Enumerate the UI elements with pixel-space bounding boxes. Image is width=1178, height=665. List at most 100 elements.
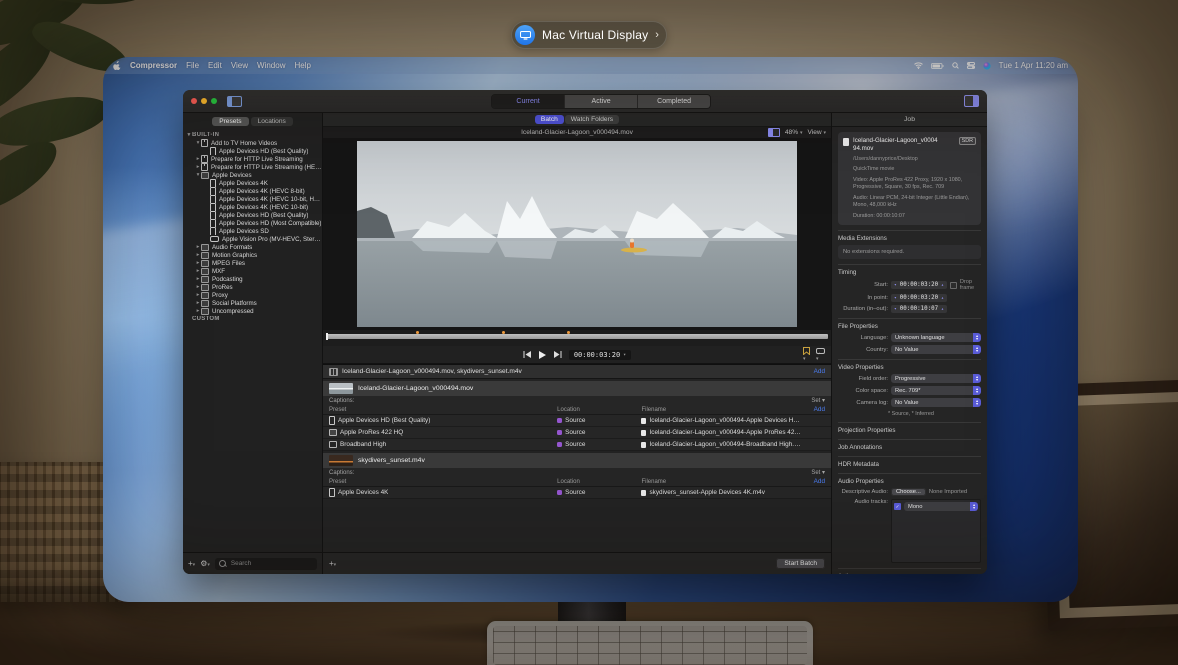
sidebar-item[interactable]: ▸ProRes — [183, 283, 322, 291]
preset-search-field[interactable] — [215, 558, 317, 570]
inspector-toggle-icon[interactable] — [964, 95, 979, 107]
menu-file[interactable]: File — [186, 61, 199, 70]
stepper-up-icon[interactable]: ▴ — [941, 296, 944, 301]
battery-icon[interactable] — [931, 63, 944, 69]
menu-help[interactable]: Help — [294, 61, 310, 70]
drop-frame-checkbox[interactable] — [950, 282, 957, 289]
output-row[interactable]: Apple Devices 4KSourceskydivers_sunset-A… — [323, 487, 831, 499]
sidebar-tab-locations[interactable]: Locations — [251, 117, 293, 126]
job-title-row[interactable]: skydivers_sunset.m4v — [323, 453, 831, 468]
timecode-display[interactable]: 00:00:03:20▾ — [569, 350, 631, 360]
sidebar-item[interactable]: Apple Devices HD (Best Quality) — [183, 147, 322, 155]
tab-completed[interactable]: Completed — [638, 95, 710, 108]
stepper-down-icon[interactable]: ▾ — [894, 307, 897, 312]
captions-set-dropdown[interactable]: Set ▾ — [811, 469, 825, 476]
timeline-marker[interactable] — [416, 331, 419, 334]
menu-window[interactable]: Window — [257, 61, 285, 70]
sidebar-item[interactable]: Apple Devices 4K (HEVC 10-bit) — [183, 203, 322, 211]
timing-stepper[interactable]: ▾00:00:03:20▴ — [891, 281, 947, 289]
close-window-button[interactable] — [191, 98, 197, 104]
track-enabled-checkbox[interactable]: ✓ — [894, 503, 901, 510]
mode-tab-batch[interactable]: Batch — [535, 115, 564, 124]
sidebar-item[interactable]: ▸MXF — [183, 267, 322, 275]
video-property-select[interactable]: Rec. 709*▲▼ — [891, 386, 981, 395]
sidebar-item[interactable]: ▸Podcasting — [183, 275, 322, 283]
timing-stepper[interactable]: ▾00:00:10:07▴ — [891, 305, 947, 313]
minimize-window-button[interactable] — [201, 98, 207, 104]
sidebar-item[interactable]: ▸Motion Graphics — [183, 251, 322, 259]
stepper-down-icon[interactable]: ▾ — [894, 296, 897, 301]
sidebar-item[interactable]: ▾Apple Devices — [183, 171, 322, 179]
file-property-select[interactable]: No Value▲▼ — [891, 345, 981, 354]
play-button[interactable] — [539, 351, 546, 359]
video-property-select[interactable]: Progressive▲▼ — [891, 374, 981, 383]
mode-tab-watch-folders[interactable]: Watch Folders — [565, 115, 619, 124]
sidebar-item[interactable]: Apple Devices 4K — [183, 179, 322, 187]
start-batch-button[interactable]: Start Batch — [776, 558, 825, 569]
timeline-marker[interactable] — [567, 331, 570, 334]
sidebar-item[interactable]: ▸Prepare for HTTP Live Streaming (HEVC) — [183, 163, 322, 171]
menu-clock[interactable]: Tue 1 Apr 11:20 am — [999, 61, 1068, 70]
gear-icon[interactable]: ⚙▾ — [200, 560, 210, 568]
add-job-footer-button[interactable]: +▾ — [329, 560, 336, 568]
sidebar-tab-presets[interactable]: Presets — [212, 117, 248, 126]
tab-active[interactable]: Active — [565, 95, 638, 108]
sidebar-item[interactable]: ▸Prepare for HTTP Live Streaming — [183, 155, 322, 163]
add-job-button[interactable]: Add — [814, 368, 825, 375]
batch-selection-header[interactable]: Iceland-Glacier-Lagoon_v000494.mov, skyd… — [323, 365, 831, 379]
sidebar-item[interactable]: Apple Devices SD — [183, 227, 322, 235]
stepper-up-icon[interactable]: ▴ — [941, 307, 944, 312]
sidebar-item[interactable]: Apple Devices HD (Most Compatible) — [183, 219, 322, 227]
menu-view[interactable]: View — [231, 61, 248, 70]
playhead[interactable] — [326, 333, 328, 340]
control-center-icon[interactable] — [967, 62, 975, 69]
tab-current[interactable]: Current — [492, 95, 565, 108]
search-input[interactable] — [229, 559, 313, 568]
compare-view-icon[interactable] — [768, 128, 780, 137]
output-row[interactable]: Broadband HighSourceIceland-Glacier-Lago… — [323, 439, 831, 451]
choose-audio-button[interactable]: Choose... — [891, 488, 926, 496]
timeline-scrubber[interactable] — [326, 334, 828, 339]
section-video-properties[interactable]: Video Properties — [838, 359, 981, 371]
chevron-right-icon[interactable]: › — [655, 29, 659, 41]
stepper-down-icon[interactable]: ▾ — [894, 283, 897, 288]
add-output-button[interactable]: Add — [814, 478, 825, 485]
sidebar-item[interactable]: Apple Devices HD (Best Quality) — [183, 211, 322, 219]
sidebar-item[interactable]: CUSTOM — [183, 315, 322, 323]
captions-set-dropdown[interactable]: Set ▾ — [811, 397, 825, 404]
file-property-select[interactable]: Unknown language▲▼ — [891, 333, 981, 342]
menu-app-name[interactable]: Compressor — [130, 61, 177, 70]
timing-stepper[interactable]: ▾00:00:03:20▴ — [891, 294, 947, 302]
next-frame-button[interactable] — [553, 351, 562, 358]
add-output-button[interactable]: Add — [814, 406, 825, 413]
section-job-annotations[interactable]: Job Annotations — [838, 439, 981, 451]
output-row[interactable]: Apple ProRes 422 HQSourceIceland-Glacier… — [323, 427, 831, 439]
search-icon[interactable] — [952, 62, 959, 69]
stepper-up-icon[interactable]: ▴ — [941, 283, 944, 288]
sidebar-item[interactable]: Apple Vision Pro (MV-HEVC, Stereoscopic) — [183, 235, 322, 243]
section-media-extensions[interactable]: Media Extensions — [838, 230, 981, 242]
section-file-properties[interactable]: File Properties — [838, 318, 981, 330]
sidebar-item[interactable]: ▸Proxy — [183, 291, 322, 299]
previous-frame-button[interactable] — [523, 351, 532, 358]
section-timing[interactable]: Timing — [838, 264, 981, 276]
siri-icon[interactable] — [983, 62, 991, 70]
view-dropdown[interactable]: View ▾ — [807, 127, 826, 139]
audio-tracks-list[interactable]: ✓ Mono ▲▼ — [891, 499, 981, 563]
section-projection-properties[interactable]: Projection Properties — [838, 422, 981, 434]
output-row[interactable]: Apple Devices HD (Best Quality)SourceIce… — [323, 415, 831, 427]
zoom-window-button[interactable] — [211, 98, 217, 104]
captions-overlay-icon[interactable]: ▾ — [816, 348, 825, 362]
sidebar-item[interactable]: ▸Social Platforms — [183, 299, 322, 307]
section-action[interactable]: Action — [838, 568, 981, 574]
sidebar-item[interactable]: ▾Add to TV Home Videos — [183, 139, 322, 147]
track-format-select[interactable]: Mono ▲▼ — [904, 502, 978, 511]
section-hdr-metadata[interactable]: HDR Metadata — [838, 456, 981, 468]
section-audio-properties[interactable]: Audio Properties — [838, 473, 981, 485]
sidebar-item[interactable]: Apple Devices 4K (HEVC 10-bit, HLG, Dolb… — [183, 195, 322, 203]
zoom-level-dropdown[interactable]: 48% ▾ — [785, 127, 803, 139]
sidebar-item[interactable]: ▸Audio Formats — [183, 243, 322, 251]
apple-menu-icon[interactable] — [113, 61, 121, 70]
video-preview[interactable] — [357, 141, 797, 327]
sidebar-item[interactable]: Apple Devices 4K (HEVC 8-bit) — [183, 187, 322, 195]
